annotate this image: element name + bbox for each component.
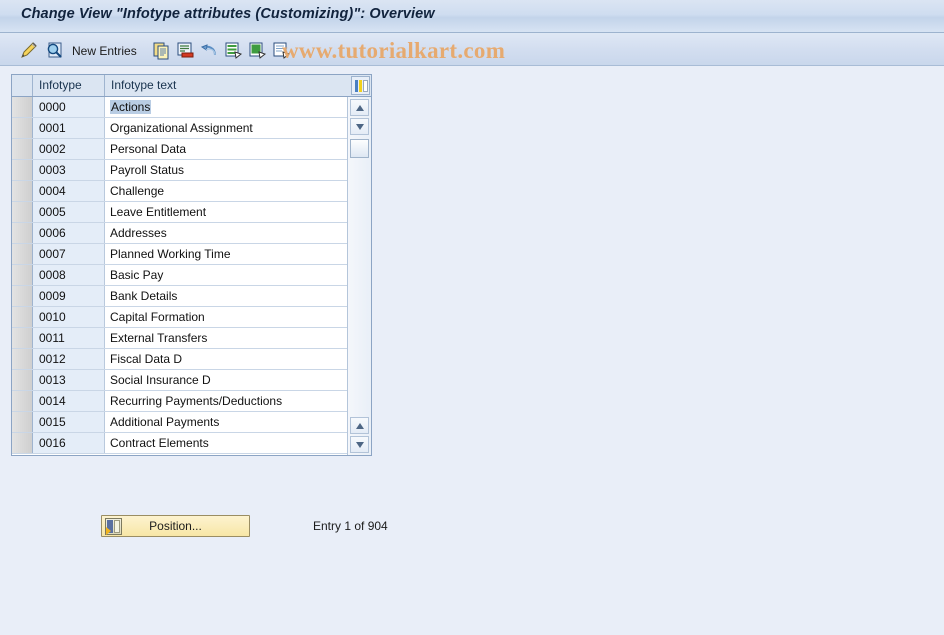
cell-infotype[interactable]: 0016 (33, 433, 105, 453)
cell-infotype-text[interactable]: Social Insurance D (105, 370, 348, 390)
row-select-cell[interactable] (12, 223, 33, 243)
window-title-bar: Change View "Infotype attributes (Custom… (0, 0, 944, 33)
row-select-cell[interactable] (12, 433, 33, 453)
column-config-icon[interactable] (351, 76, 370, 95)
cell-infotype[interactable]: 0015 (33, 412, 105, 432)
position-button[interactable]: Position... (101, 515, 250, 537)
row-select-cell[interactable] (12, 349, 33, 369)
entry-status-text: Entry 1 of 904 (313, 519, 388, 533)
column-header-infotype-text[interactable]: Infotype text (105, 75, 348, 96)
table-row[interactable]: 0014 Recurring Payments/Deductions (12, 391, 371, 412)
table-row[interactable]: 0006 Addresses (12, 223, 371, 244)
scroll-down-button[interactable] (350, 118, 369, 135)
row-select-cell[interactable] (12, 391, 33, 411)
row-select-cell[interactable] (12, 97, 33, 117)
site-watermark: www.tutorialkart.com (282, 38, 506, 63)
cell-infotype-text[interactable]: Personal Data (105, 139, 348, 159)
infotype-table: Infotype Infotype text 0000 Actions 0001 Or… (11, 74, 372, 456)
table-row[interactable]: 0016 Contract Elements (12, 433, 371, 454)
table-body: 0000 Actions 0001 Organizational Assignment… (12, 97, 371, 454)
display-change-icon[interactable] (20, 41, 39, 60)
cell-infotype-text[interactable]: External Transfers (105, 328, 348, 348)
table-row[interactable]: 0001 Organizational Assignment (12, 118, 371, 139)
table-row[interactable]: 0010 Capital Formation (12, 307, 371, 328)
new-entries-button[interactable]: New Entries (72, 44, 137, 58)
row-select-cell[interactable] (12, 328, 33, 348)
cell-infotype[interactable]: 0005 (33, 202, 105, 222)
cell-infotype[interactable]: 0007 (33, 244, 105, 264)
cell-infotype[interactable]: 0001 (33, 118, 105, 138)
cell-infotype-text[interactable]: Organizational Assignment (105, 118, 348, 138)
cell-infotype[interactable]: 0000 (33, 97, 105, 117)
table-row[interactable]: 0003 Payroll Status (12, 160, 371, 181)
cell-infotype-text[interactable]: Addresses (105, 223, 348, 243)
cell-infotype[interactable]: 0013 (33, 370, 105, 390)
table-row[interactable]: 0013 Social Insurance D (12, 370, 371, 391)
deselect-all-icon[interactable] (248, 41, 267, 60)
select-all-column-header[interactable] (12, 75, 33, 96)
row-select-cell[interactable] (12, 265, 33, 285)
row-select-cell[interactable] (12, 118, 33, 138)
table-row[interactable]: 0012 Fiscal Data D (12, 349, 371, 370)
cell-infotype-text[interactable]: Contract Elements (105, 433, 348, 453)
cell-infotype[interactable]: 0011 (33, 328, 105, 348)
table-row[interactable]: 0002 Personal Data (12, 139, 371, 160)
cell-infotype-text[interactable]: Basic Pay (105, 265, 348, 285)
row-select-cell[interactable] (12, 412, 33, 432)
cell-infotype-text[interactable]: Fiscal Data D (105, 349, 348, 369)
cell-infotype[interactable]: 0014 (33, 391, 105, 411)
row-select-cell[interactable] (12, 307, 33, 327)
row-select-cell[interactable] (12, 286, 33, 306)
cell-infotype-text[interactable]: Recurring Payments/Deductions (105, 391, 348, 411)
cell-infotype-text[interactable]: Bank Details (105, 286, 348, 306)
cell-infotype[interactable]: 0008 (33, 265, 105, 285)
row-select-cell[interactable] (12, 202, 33, 222)
table-row[interactable]: 0008 Basic Pay (12, 265, 371, 286)
row-select-cell[interactable] (12, 244, 33, 264)
cell-infotype[interactable]: 0006 (33, 223, 105, 243)
cell-infotype-text[interactable]: Leave Entitlement (105, 202, 348, 222)
other-view-icon[interactable] (45, 41, 64, 60)
cell-infotype-text[interactable]: Payroll Status (105, 160, 348, 180)
cell-infotype-text[interactable]: Actions (105, 97, 348, 117)
table-row[interactable]: 0009 Bank Details (12, 286, 371, 307)
table-vertical-scrollbar[interactable] (347, 97, 371, 455)
cell-infotype-text[interactable]: Challenge (105, 181, 348, 201)
position-button-label: Position... (149, 519, 202, 533)
cell-infotype-text[interactable]: Additional Payments (105, 412, 348, 432)
delete-icon[interactable] (176, 41, 195, 60)
cell-infotype[interactable]: 0002 (33, 139, 105, 159)
cell-infotype-text[interactable]: Capital Formation (105, 307, 348, 327)
row-select-cell[interactable] (12, 160, 33, 180)
cell-infotype-text[interactable]: Planned Working Time (105, 244, 348, 264)
copy-as-icon[interactable] (152, 41, 171, 60)
table-row[interactable]: 0011 External Transfers (12, 328, 371, 349)
table-row[interactable]: 0015 Additional Payments (12, 412, 371, 433)
table-header-row: Infotype Infotype text (12, 75, 371, 97)
cell-infotype[interactable]: 0012 (33, 349, 105, 369)
cell-infotype[interactable]: 0009 (33, 286, 105, 306)
scroll-up-button[interactable] (350, 99, 369, 116)
scrollbar-thumb[interactable] (350, 139, 369, 158)
scroll-page-down-button[interactable] (350, 436, 369, 453)
cell-infotype[interactable]: 0003 (33, 160, 105, 180)
row-select-cell[interactable] (12, 139, 33, 159)
row-select-cell[interactable] (12, 181, 33, 201)
table-row[interactable]: 0000 Actions (12, 97, 371, 118)
undo-icon[interactable] (200, 41, 219, 60)
cell-infotype[interactable]: 0004 (33, 181, 105, 201)
cell-infotype[interactable]: 0010 (33, 307, 105, 327)
table-row[interactable]: 0005 Leave Entitlement (12, 202, 371, 223)
select-all-icon[interactable] (224, 41, 243, 60)
table-row[interactable]: 0004 Challenge (12, 181, 371, 202)
row-select-cell[interactable] (12, 370, 33, 390)
page-title: Change View "Infotype attributes (Custom… (21, 6, 435, 22)
scroll-page-up-button[interactable] (350, 417, 369, 434)
column-header-infotype[interactable]: Infotype (33, 75, 105, 96)
cell-infotype-text-value: Actions (110, 100, 152, 114)
table-row[interactable]: 0007 Planned Working Time (12, 244, 371, 265)
